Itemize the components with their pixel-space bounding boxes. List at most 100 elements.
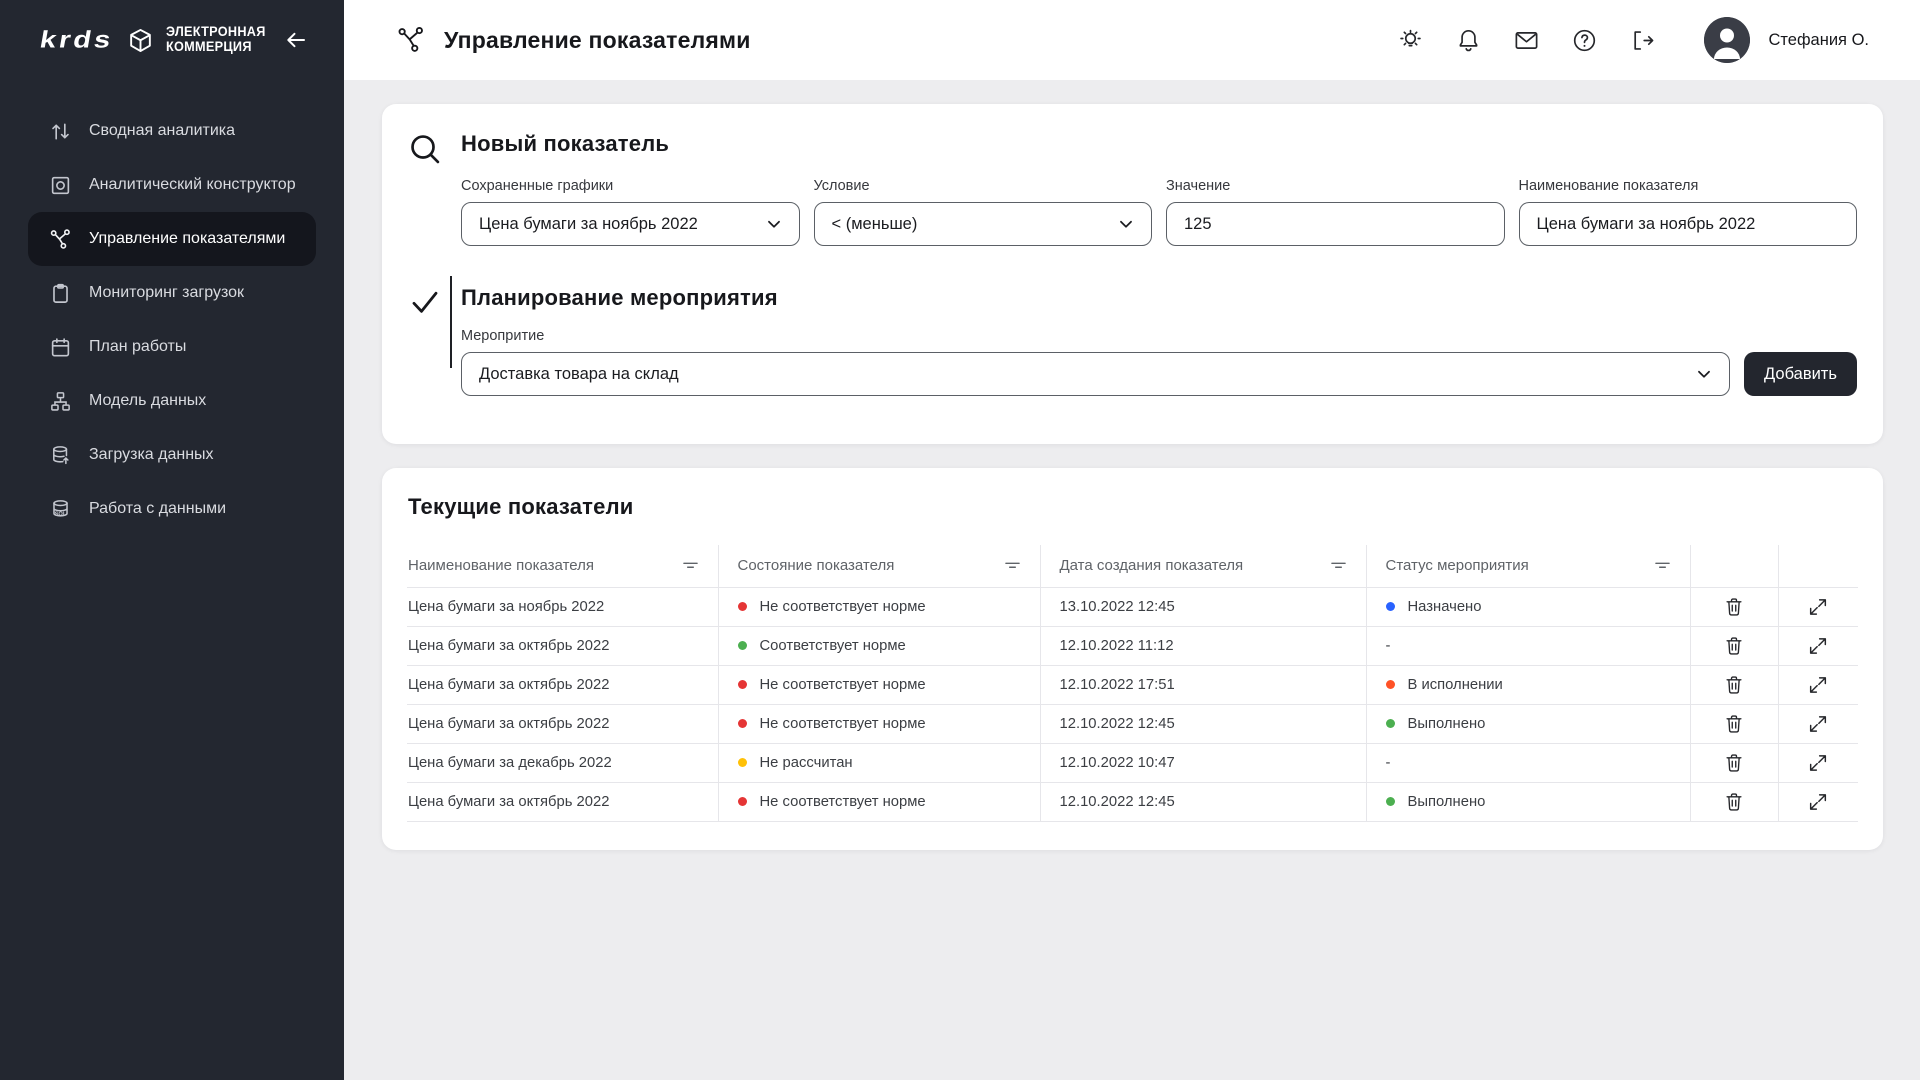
sidebar-item-label: Работа с данными (89, 500, 226, 518)
indicator-date: 12.10.2022 12:45 (1060, 794, 1175, 810)
user-name: Стефания О. (1769, 31, 1869, 50)
status-dot (1386, 680, 1395, 689)
content: Новый показатель Сохраненные графики Цен… (344, 80, 1920, 850)
event-status: - (1386, 755, 1391, 771)
search-icon (408, 131, 461, 246)
help-icon[interactable] (1571, 27, 1598, 54)
indicator-date: 12.10.2022 17:51 (1060, 677, 1175, 693)
lightbulb-icon[interactable] (1397, 27, 1424, 54)
delete-row-button[interactable] (1721, 711, 1747, 737)
sidebar-item-label: Аналитический конструктор (89, 176, 296, 194)
filter-icon[interactable] (1002, 555, 1023, 576)
sidebar-item-data-upload[interactable]: Загрузка данных (0, 428, 344, 482)
collapse-sidebar-button[interactable] (284, 28, 308, 52)
krds-logo: krds (38, 26, 116, 53)
nodes-icon (396, 25, 426, 55)
column-header: Дата создания показателя (1060, 557, 1244, 574)
sidebar-item-data-model[interactable]: Модель данных (0, 374, 344, 428)
org-chart-icon (48, 389, 72, 413)
event-status: Назначено (1408, 599, 1482, 615)
chevron-down-icon (1693, 363, 1715, 385)
sidebar-item-data-work[interactable]: SQL Работа с данными (0, 482, 344, 536)
nodes-icon (48, 227, 72, 251)
filter-icon[interactable] (1652, 555, 1673, 576)
step-connector-line (450, 276, 452, 368)
sidebar-item-label: План работы (89, 338, 186, 356)
mail-icon[interactable] (1513, 27, 1540, 54)
sidebar-logo-row: krds ЭЛЕКТРОННАЯКОММЕРЦИЯ (0, 0, 344, 80)
indicator-state: Не соответствует норме (760, 794, 926, 810)
indicator-state: Не рассчитан (760, 755, 853, 771)
sidebar-item-summary-analytics[interactable]: Сводная аналитика (0, 104, 344, 158)
section-title: Новый показатель (461, 131, 1857, 157)
event-status: - (1386, 638, 1391, 654)
state-dot (738, 797, 747, 806)
status-dot (1386, 719, 1395, 728)
bell-icon[interactable] (1455, 27, 1482, 54)
calendar-icon (48, 335, 72, 359)
filter-icon[interactable] (1328, 555, 1349, 576)
condition-label: Условие (814, 178, 1153, 194)
indicator-state: Соответствует норме (760, 638, 906, 654)
main-column: Управление показателями (344, 0, 1920, 1080)
brand-name: ЭЛЕКТРОННАЯКОММЕРЦИЯ (166, 25, 266, 55)
sidebar-item-work-plan[interactable]: План работы (0, 320, 344, 374)
sidebar-item-label: Сводная аналитика (89, 122, 235, 140)
indicator-date: 12.10.2022 12:45 (1060, 716, 1175, 732)
indicator-name-input[interactable] (1519, 202, 1858, 246)
sidebar-item-analytic-constructor[interactable]: Аналитический конструктор (0, 158, 344, 212)
expand-row-button[interactable] (1805, 633, 1831, 659)
indicator-state: Не соответствует норме (760, 599, 926, 615)
indicator-date: 12.10.2022 10:47 (1060, 755, 1175, 771)
user-menu[interactable]: Стефания О. (1704, 17, 1869, 63)
cube-logo-icon (127, 27, 154, 54)
expand-row-button[interactable] (1805, 672, 1831, 698)
state-dot (738, 758, 747, 767)
event-status: В исполнении (1408, 677, 1503, 693)
saved-charts-label: Сохраненные графики (461, 178, 800, 194)
table-row: Цена бумаги за ноябрь 2022 Не соответств… (407, 587, 1858, 626)
clipboard-icon (48, 281, 72, 305)
expand-row-button[interactable] (1805, 789, 1831, 815)
sidebar-item-indicator-management[interactable]: Управление показателями (28, 212, 316, 266)
database-upload-icon (48, 443, 72, 467)
event-select[interactable]: Доставка товара на склад (461, 352, 1730, 396)
value-input[interactable] (1166, 202, 1505, 246)
add-button[interactable]: Добавить (1744, 352, 1857, 396)
state-dot (738, 719, 747, 728)
sidebar-item-label: Управление показателями (89, 230, 285, 248)
saved-charts-select[interactable]: Цена бумаги за ноябрь 2022 (461, 202, 800, 246)
state-dot (738, 602, 747, 611)
section-title: Планирование мероприятия (461, 285, 1857, 311)
logout-icon[interactable] (1629, 27, 1656, 54)
indicator-name: Цена бумаги за декабрь 2022 (408, 755, 612, 771)
indicator-date: 13.10.2022 12:45 (1060, 599, 1175, 615)
frame-circle-icon (48, 173, 72, 197)
event-status: Выполнено (1408, 716, 1486, 732)
svg-text:SQL: SQL (54, 511, 66, 517)
expand-row-button[interactable] (1805, 711, 1831, 737)
state-dot (738, 641, 747, 650)
table-row: Цена бумаги за октябрь 2022 Не соответст… (407, 665, 1858, 704)
sidebar-item-download-monitoring[interactable]: Мониторинг загрузок (0, 266, 344, 320)
expand-row-button[interactable] (1805, 750, 1831, 776)
delete-row-button[interactable] (1721, 672, 1747, 698)
filter-icon[interactable] (680, 555, 701, 576)
delete-row-button[interactable] (1721, 789, 1747, 815)
indicator-name: Цена бумаги за октябрь 2022 (408, 638, 609, 654)
delete-row-button[interactable] (1721, 594, 1747, 620)
event-status: Выполнено (1408, 794, 1486, 810)
condition-select[interactable]: < (меньше) (814, 202, 1153, 246)
indicator-name: Цена бумаги за октябрь 2022 (408, 677, 609, 693)
sidebar-item-label: Модель данных (89, 392, 206, 410)
header: Управление показателями (344, 0, 1920, 80)
column-header: Состояние показателя (738, 557, 895, 574)
expand-row-button[interactable] (1805, 594, 1831, 620)
delete-row-button[interactable] (1721, 750, 1747, 776)
sidebar-item-label: Загрузка данных (89, 446, 214, 464)
delete-row-button[interactable] (1721, 633, 1747, 659)
actions-column-header (1778, 545, 1858, 587)
status-dot (1386, 797, 1395, 806)
arrows-up-down-icon (48, 119, 72, 143)
planning-section: Планирование мероприятия Меропритие Дост… (408, 285, 1857, 396)
